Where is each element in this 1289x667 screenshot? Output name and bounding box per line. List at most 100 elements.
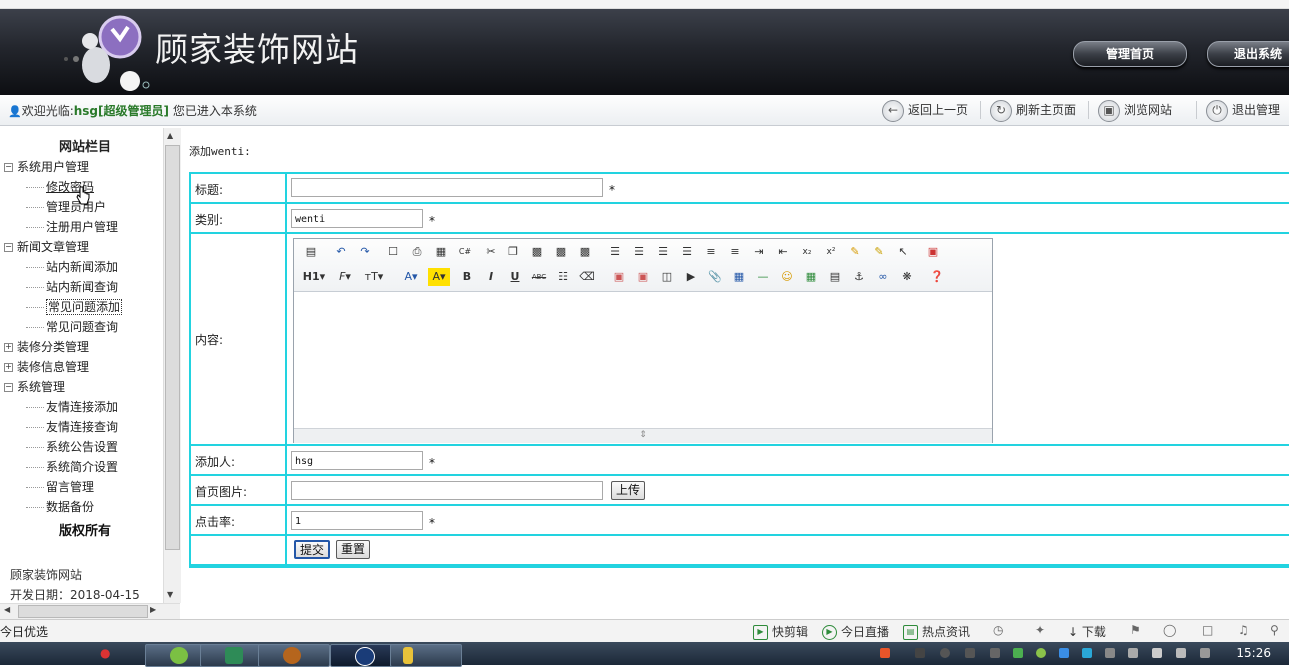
tray-icon[interactable] [940,648,950,658]
tray-icon[interactable] [1128,648,1138,658]
submit-button[interactable]: 提交 [294,540,331,559]
sidebar-group-system[interactable]: − 系统管理 [0,377,65,397]
emoticon-icon[interactable]: ☺ [778,268,796,286]
sidebar-item-faq-add[interactable]: 常见问题添加 [0,297,123,317]
sidebar-group-news[interactable]: − 新闻文章管理 [0,237,89,257]
sidebar-item-registered-users[interactable]: 注册用户管理 [0,217,118,237]
collapse-icon[interactable]: − [4,163,13,172]
adder-input[interactable]: hsg [291,451,423,470]
redo-icon[interactable]: ↷ [356,243,374,261]
table-icon[interactable]: ▦ [730,268,748,286]
italic-icon[interactable]: I [482,268,500,286]
scroll-right-icon[interactable]: ▶ [150,605,156,614]
tray-icon[interactable] [1105,648,1115,658]
expand-icon[interactable]: + [4,343,13,352]
fullscreen-icon[interactable]: ▣ [924,243,942,261]
upload-button[interactable]: 上传 [611,481,646,500]
sidebar-item-intro-settings[interactable]: 系统简介设置 [0,457,118,477]
status-left-text[interactable]: 今日优选 [0,623,48,640]
tray-icon[interactable] [965,648,975,658]
reset-button[interactable]: 重置 [336,540,371,559]
superscript-icon[interactable]: x² [822,243,840,261]
refresh-button[interactable]: ↻ 刷新主页面 [990,99,1076,122]
tray-icon[interactable] [1036,648,1046,658]
tray-icon[interactable] [1200,648,1210,658]
image-input[interactable] [291,481,603,500]
horizontal-rule-icon[interactable]: — [754,268,772,286]
undo-icon[interactable]: ↶ [332,243,350,261]
taskbar-app-3[interactable] [258,644,330,667]
admin-home-button[interactable]: 管理首页 [1073,41,1187,67]
preview-icon[interactable]: ☐ [384,243,402,261]
page-break-icon[interactable]: ▤ [826,268,844,286]
tray-icon[interactable] [1013,648,1023,658]
download-button[interactable]: ↓ 下载 [1068,623,1106,640]
editor-resize-handle[interactable]: ⇕ [294,428,992,443]
paste-word-icon[interactable]: ▩ [576,243,594,261]
hot-news-button[interactable]: ▤ 热点资讯 [903,623,970,640]
clear-format-icon[interactable]: ✎ [846,243,864,261]
tray-icon[interactable] [1082,648,1092,658]
flag-icon[interactable]: ⚑ [1130,623,1141,637]
font-size-icon[interactable]: тT▾ [362,268,386,286]
select-all-icon[interactable]: ✎ [870,243,888,261]
source-icon[interactable]: ▤ [302,243,320,261]
taskbar-app-5[interactable] [390,644,462,667]
strikethrough-icon[interactable]: ABC [530,268,548,286]
insert-video-icon[interactable]: ▶ [682,268,700,286]
sidebar-item-link-add[interactable]: 友情连接添加 [0,397,118,417]
paste-icon[interactable]: ▩ [528,243,546,261]
sidebar-item-faq-query[interactable]: 常见问题查询 [0,317,118,337]
underline-icon[interactable]: U [506,268,524,286]
template-icon[interactable]: ▦ [432,243,450,261]
sidebar-group-decor-info[interactable]: + 装修信息管理 [0,357,89,377]
logout-button[interactable]: ⏻ 退出管理 [1206,99,1280,122]
insert-flash-icon[interactable]: ▣ [634,268,652,286]
clicks-input[interactable]: 1 [291,511,423,530]
browser-icon[interactable]: ◯ [1163,623,1176,637]
outdent-icon[interactable]: ⇤ [774,243,792,261]
window-icon[interactable]: □ [1202,623,1213,637]
scroll-up-icon[interactable]: ▲ [167,131,173,140]
subscript-icon[interactable]: x₂ [798,243,816,261]
pin-icon[interactable]: ✦ [1035,623,1045,637]
insert-media-icon[interactable]: ◫ [658,268,676,286]
sidebar-item-link-query[interactable]: 友情连接查询 [0,417,118,437]
ordered-list-icon[interactable]: ≡ [702,243,720,261]
sound-icon[interactable]: ♫ [1238,623,1249,637]
insert-image-icon[interactable]: ▣ [610,268,628,286]
expand-icon[interactable]: + [4,363,13,372]
align-right-icon[interactable]: ☰ [654,243,672,261]
back-button[interactable]: ← 返回上一页 [882,99,968,122]
tray-icon[interactable] [915,648,925,658]
code-icon[interactable]: C# [456,243,474,261]
title-input[interactable] [291,178,603,197]
zoom-icon[interactable]: ⚲ [1270,623,1279,637]
paste-text-icon[interactable]: ▩ [552,243,570,261]
help-icon[interactable]: ❓ [928,268,946,286]
volume-icon[interactable] [1152,648,1162,658]
attachment-icon[interactable]: 📎 [706,268,724,286]
line-height-icon[interactable]: ☷ [554,268,572,286]
live-button[interactable]: ▶ 今日直播 [822,623,889,640]
browse-site-button[interactable]: ▣ 浏览网站 [1098,99,1172,122]
bold-icon[interactable]: B [458,268,476,286]
sidebar-group-decor-category[interactable]: + 装修分类管理 [0,337,89,357]
speed-icon[interactable]: ◷ [993,623,1003,637]
print-icon[interactable]: ⎙ [408,243,426,261]
sidebar-item-admin-users[interactable]: 管理员用户 [0,197,106,217]
tray-icon[interactable] [990,648,1000,658]
align-left-icon[interactable]: ☰ [606,243,624,261]
remove-format-icon[interactable]: ⌫ [578,268,596,286]
quick-edit-button[interactable]: ▶ 快剪辑 [753,623,808,640]
unlink-icon[interactable]: ❋ [898,268,916,286]
tray-icon[interactable] [1059,648,1069,658]
network-icon[interactable] [1176,648,1186,658]
sidebar-hscroll-thumb[interactable] [18,605,148,618]
copy-icon[interactable]: ❐ [504,243,522,261]
collapse-icon[interactable]: − [4,383,13,392]
sidebar-scroll-thumb[interactable] [165,145,180,550]
font-family-icon[interactable]: F▾ [334,268,356,286]
scroll-down-icon[interactable]: ▼ [167,590,173,599]
anchor-icon[interactable]: ⚓ [850,268,868,286]
